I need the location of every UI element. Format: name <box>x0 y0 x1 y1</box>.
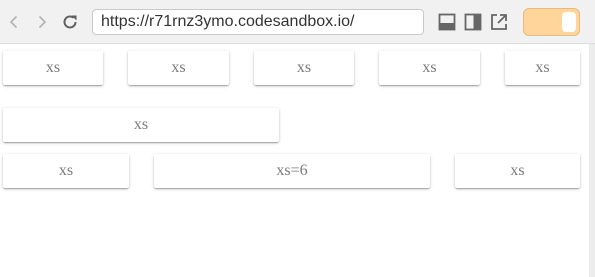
grid-item-xs-wide: xs <box>3 108 279 142</box>
forward-button[interactable] <box>30 10 54 34</box>
dock-bottom-icon <box>438 13 456 31</box>
reload-icon <box>63 15 77 29</box>
grid-item-xs: xs <box>254 51 354 85</box>
grid-item-xs-6: xs=6 <box>154 154 430 188</box>
dock-side-icon <box>464 13 482 31</box>
reload-button[interactable] <box>58 10 82 34</box>
open-external-icon <box>491 14 507 30</box>
theme-toggle[interactable] <box>523 8 580 36</box>
page-edge <box>589 44 595 277</box>
toggle-knob <box>562 12 576 32</box>
open-external-button[interactable] <box>488 11 510 33</box>
grid-item-xs: xs <box>128 51 229 85</box>
grid-item-xs: xs <box>455 154 580 188</box>
grid-item-xs: xs <box>505 51 580 85</box>
address-bar[interactable]: https://r71rnz3ymo.codesandbox.io/ <box>92 9 424 35</box>
browser-toolbar: https://r71rnz3ymo.codesandbox.io/ <box>0 0 595 44</box>
dock-side-button[interactable] <box>462 11 484 33</box>
grid-item-xs: xs <box>3 51 103 85</box>
chevron-left-icon <box>9 15 18 29</box>
chevron-right-icon <box>38 15 47 29</box>
grid-item-xs: xs <box>379 51 480 85</box>
dock-bottom-button[interactable] <box>436 11 458 33</box>
grid-item-xs: xs <box>3 154 129 188</box>
back-button[interactable] <box>2 10 26 34</box>
